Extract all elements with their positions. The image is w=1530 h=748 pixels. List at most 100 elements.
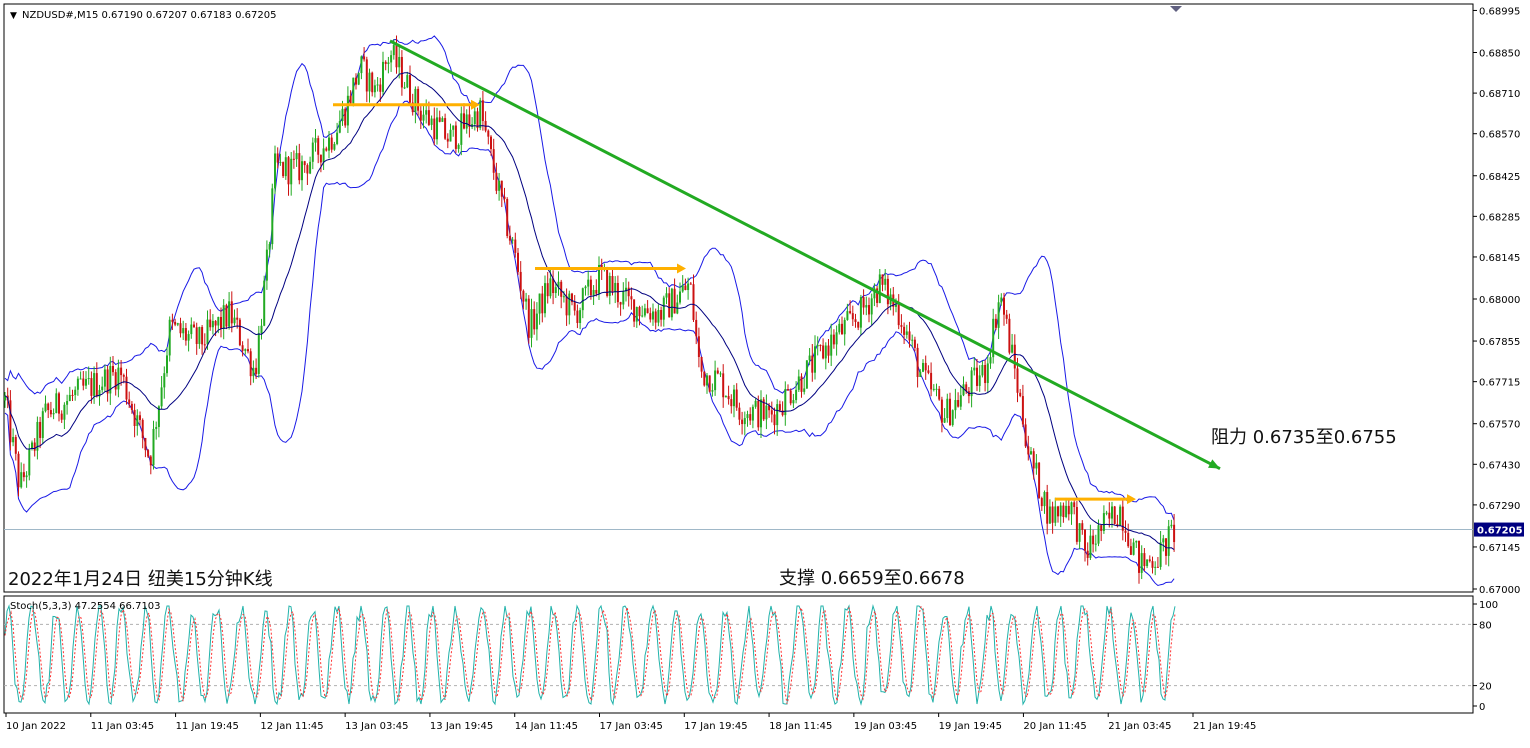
candle-body: [206, 319, 209, 345]
candle-body: [706, 375, 708, 386]
candle-body: [20, 472, 23, 488]
candle-body: [530, 309, 533, 338]
candle-body: [522, 290, 525, 302]
x-tick-label: 21 Jan 03:45: [1108, 721, 1171, 732]
candle: [1038, 462, 1041, 499]
candle-body: [1124, 530, 1127, 533]
candle-body: [808, 355, 811, 361]
candle-body: [1100, 525, 1103, 531]
candle-body: [193, 324, 195, 328]
candle-body: [608, 275, 611, 296]
candle-body: [508, 235, 511, 241]
candle-body: [1151, 561, 1154, 568]
candle-body: [1070, 502, 1073, 515]
candle-body: [260, 325, 263, 334]
candle-body: [544, 283, 546, 314]
candle-body: [33, 442, 36, 451]
candle-body: [247, 349, 249, 352]
candle-body: [973, 367, 976, 371]
candle-body: [1008, 318, 1011, 353]
candle-body: [422, 114, 425, 121]
candle-body: [795, 389, 798, 401]
candle-body: [368, 72, 371, 92]
candle-body: [155, 427, 158, 429]
candle-body: [824, 345, 827, 359]
candle-body: [857, 321, 860, 328]
candle-body: [284, 157, 287, 177]
candle-body: [695, 319, 698, 337]
candle-body: [692, 284, 695, 320]
candle-body: [209, 319, 212, 328]
candle-body: [938, 388, 941, 400]
candle-body: [716, 370, 719, 374]
candle-body: [981, 365, 984, 376]
candle-body: [392, 45, 395, 56]
candle-body: [136, 415, 139, 427]
candle-body: [39, 421, 42, 438]
candle: [708, 375, 711, 393]
candle-body: [1019, 392, 1022, 397]
candle-body: [1054, 506, 1057, 523]
candle-body: [44, 403, 47, 412]
candle-body: [1127, 532, 1130, 547]
candle-body: [257, 333, 260, 374]
y-tick: 0.68000: [1473, 295, 1520, 306]
x-tick-label: 18 Jan 11:45: [769, 721, 832, 732]
candle-body: [719, 373, 722, 375]
header-collapse-triangle-icon[interactable]: ▼: [10, 11, 17, 21]
candle-body: [230, 301, 233, 324]
candle-body: [538, 293, 541, 314]
candle-body: [171, 319, 174, 322]
y-tick-label: 0.68570: [1479, 130, 1520, 141]
candle-body: [978, 375, 981, 386]
candle-body: [409, 75, 411, 103]
candle-body: [265, 249, 268, 281]
candle-body: [1059, 505, 1062, 517]
candle-body: [492, 149, 495, 173]
candle-body: [357, 73, 360, 85]
candle-body: [174, 321, 177, 325]
candle-body: [724, 396, 727, 398]
y-tick: 0.67430: [1473, 460, 1520, 471]
candle-body: [346, 95, 349, 126]
y-tick-label: 0.68000: [1479, 295, 1520, 306]
candle-body: [697, 336, 700, 358]
candle-body: [984, 365, 987, 384]
candle-body: [1108, 512, 1111, 519]
stoch-y-tick-label: 20: [1479, 682, 1492, 693]
candle-body: [751, 406, 754, 421]
candle-body: [76, 378, 79, 390]
candle-body: [238, 319, 241, 346]
candle-body: [900, 325, 903, 327]
candle-body: [203, 344, 206, 346]
candle-body: [141, 419, 144, 439]
candle-body: [681, 285, 684, 292]
candle: [168, 316, 171, 362]
candle-body: [843, 319, 846, 335]
candle-body: [554, 287, 557, 294]
candle-body: [865, 305, 868, 308]
candle-body: [733, 389, 735, 407]
candle-body: [741, 419, 744, 425]
y-tick: 0.67855: [1473, 337, 1520, 348]
candle-body: [922, 362, 924, 372]
candle-body: [1081, 523, 1084, 530]
candle-body: [1162, 538, 1165, 543]
candle-body: [1129, 546, 1132, 555]
x-tick-label: 12 Jan 11:45: [260, 721, 323, 732]
y-tick: 0.67570: [1473, 420, 1520, 431]
candle-body: [106, 369, 109, 394]
candle-body: [1146, 559, 1149, 567]
candle-body: [976, 367, 978, 386]
candle-body: [503, 196, 506, 200]
y-tick-label: 0.67000: [1479, 585, 1520, 596]
candle-body: [301, 161, 303, 181]
candle-body: [371, 72, 374, 93]
candle-body: [268, 244, 271, 250]
candle-body: [349, 95, 352, 104]
candle-body: [687, 283, 690, 290]
candle-body: [298, 153, 301, 181]
stoch-y-tick-label: 80: [1479, 620, 1492, 631]
candle-body: [182, 328, 185, 334]
candle-body: [290, 158, 293, 185]
